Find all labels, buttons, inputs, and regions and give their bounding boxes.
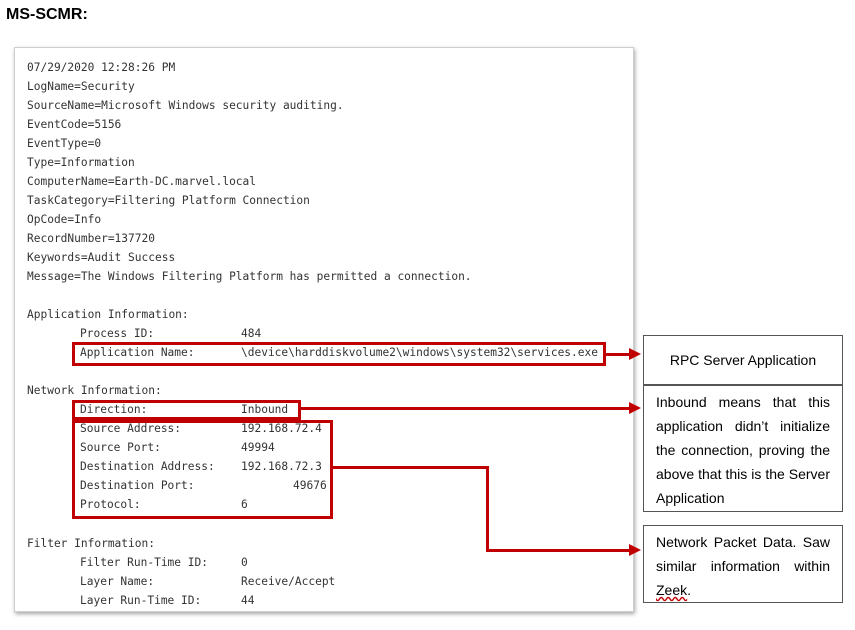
filter-runtime-label: Filter Run-Time ID:: [80, 556, 208, 569]
log-type: Type=Information: [27, 156, 135, 169]
net-info-title: Network Information:: [27, 384, 162, 397]
rpc-arrowhead: [629, 348, 641, 360]
log-eventtype: EventType=0: [27, 137, 102, 150]
packet-arrowhead: [629, 544, 641, 556]
layer-runtime-label: Layer Run-Time ID:: [80, 594, 202, 607]
log-recordnumber: RecordNumber=137720: [27, 232, 155, 245]
log-timestamp: 07/29/2020 12:28:26 PM: [27, 61, 176, 74]
inbound-connector-line: [301, 407, 631, 410]
packet-data-note: Network Packet Data. Saw similar informa…: [643, 525, 843, 603]
packet-connector-vertical: [486, 466, 489, 552]
log-computername: ComputerName=Earth-DC.marvel.local: [27, 175, 257, 188]
log-opcode: OpCode=Info: [27, 213, 102, 226]
log-logname: LogName=Security: [27, 80, 135, 93]
log-sourcename: SourceName=Microsoft Windows security au…: [27, 99, 344, 112]
packet-note-text: Network Packet Data. Saw similar informa…: [656, 534, 830, 574]
process-id-value: 484: [241, 327, 262, 340]
filter-info-title: Filter Information:: [27, 537, 155, 550]
process-id-label: Process ID:: [80, 327, 155, 340]
packet-connector-horizontal: [333, 466, 488, 469]
packet-note-period: .: [687, 582, 692, 598]
rpc-connector-line: [606, 353, 630, 356]
zeek-word: Zeek: [656, 582, 688, 598]
log-message: Message=The Windows Filtering Platform h…: [27, 270, 472, 283]
layer-name-value: Receive/Accept: [241, 575, 336, 588]
layer-runtime-value: 44: [241, 594, 255, 607]
network-packet-highlight: [72, 420, 333, 519]
log-taskcategory: TaskCategory=Filtering Platform Connecti…: [27, 194, 310, 207]
event-log-screenshot: 07/29/2020 12:28:26 PM LogName=Security …: [14, 47, 634, 612]
packet-connector-bottom: [486, 549, 631, 552]
page-title: MS-SCMR:: [6, 6, 88, 23]
filter-runtime-value: 0: [241, 556, 248, 569]
application-name-highlight: [72, 342, 606, 366]
layer-name-label: Layer Name:: [80, 575, 155, 588]
rpc-server-note: RPC Server Application: [643, 335, 843, 385]
inbound-note-text: Inbound means that this application didn…: [656, 394, 830, 506]
rpc-server-note-text: RPC Server Application: [669, 352, 817, 368]
inbound-arrowhead: [629, 402, 641, 414]
app-info-title: Application Information:: [27, 308, 189, 321]
log-eventcode: EventCode=5156: [27, 118, 122, 131]
log-keywords: Keywords=Audit Success: [27, 251, 176, 264]
direction-highlight: [72, 400, 301, 420]
inbound-note: Inbound means that this application didn…: [643, 385, 843, 512]
